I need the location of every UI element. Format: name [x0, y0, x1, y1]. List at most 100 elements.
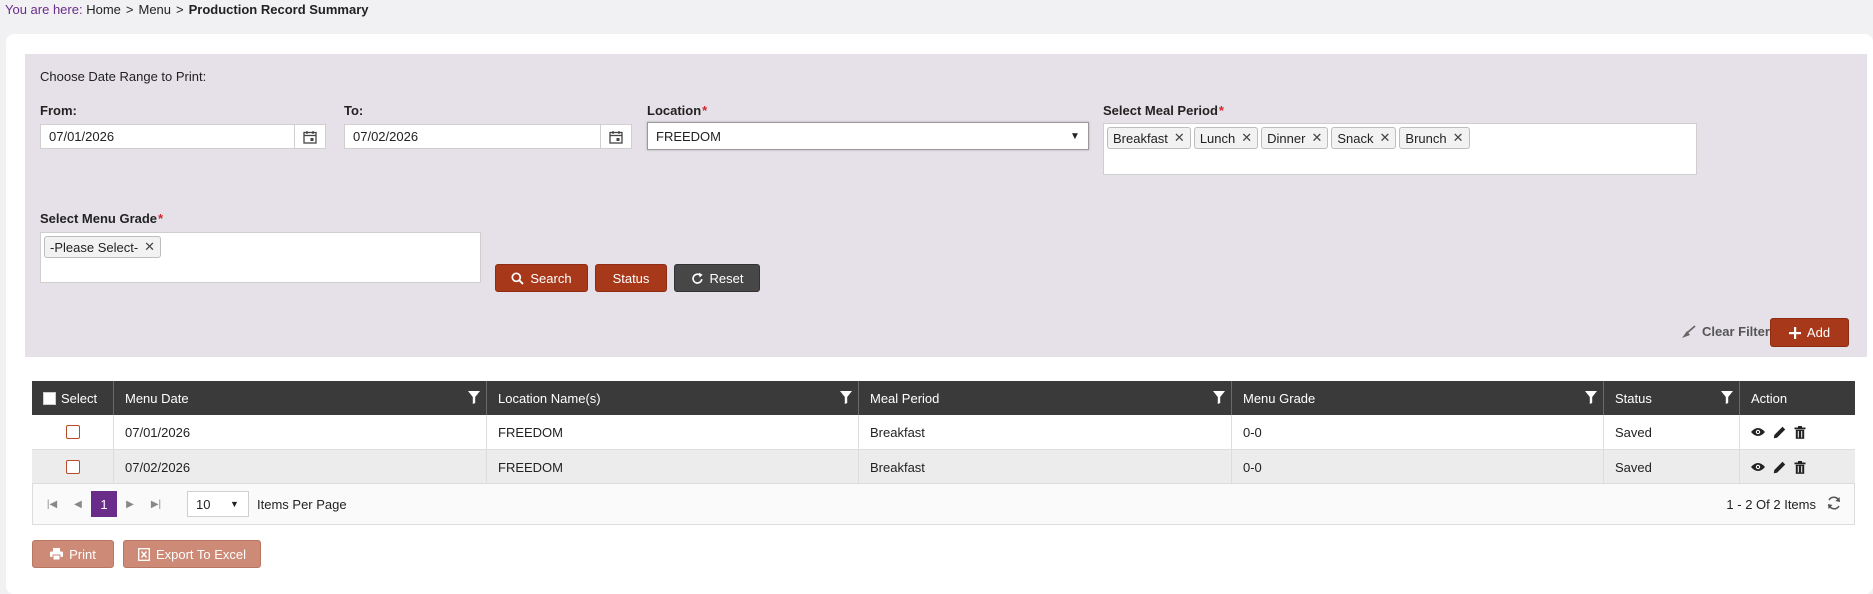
filter-panel	[25, 54, 1867, 357]
pager-info: 1 - 2 Of 2 Items	[1726, 497, 1816, 512]
menu-grade-multiselect[interactable]: -Please Select- ✕	[40, 232, 481, 283]
chip-label: -Please Select-	[50, 239, 139, 255]
calendar-icon[interactable]	[600, 125, 631, 148]
plus-icon	[1788, 326, 1801, 339]
cell-meal-period: Breakfast	[859, 415, 1232, 449]
status-button-label: Status	[612, 270, 650, 286]
column-header-location[interactable]: Location Name(s)	[487, 381, 859, 415]
filter-icon[interactable]	[840, 391, 852, 404]
chip-label: Dinner	[1267, 130, 1306, 146]
breadcrumb-current: Production Record Summary	[188, 2, 369, 17]
column-header-menu-date[interactable]: Menu Date	[114, 381, 487, 415]
breadcrumb: You are here: Home > Menu > Production Recor…	[5, 2, 369, 18]
close-icon[interactable]: ✕	[1380, 130, 1391, 146]
from-date-field[interactable]	[40, 124, 326, 149]
column-label: Meal Period	[870, 390, 940, 406]
delete-trash-icon[interactable]	[1794, 460, 1806, 474]
printer-icon	[50, 548, 64, 560]
chip-snack: Snack ✕	[1331, 127, 1397, 149]
filter-icon[interactable]	[1721, 391, 1733, 404]
menu-grade-label-text: Select Menu Grade	[40, 211, 158, 226]
previous-page-icon[interactable]: ◀	[65, 491, 91, 517]
required-marker: *	[1218, 103, 1224, 118]
add-button[interactable]: Add	[1770, 318, 1849, 347]
filter-icon[interactable]	[1213, 391, 1225, 404]
close-icon[interactable]: ✕	[1174, 130, 1185, 146]
cell-status: Saved	[1604, 450, 1740, 484]
breadcrumb-home-link[interactable]: Home	[86, 2, 121, 17]
required-marker: *	[702, 103, 708, 118]
column-label: Location Name(s)	[498, 390, 601, 406]
last-page-icon[interactable]: ▶|	[143, 491, 169, 517]
next-page-icon[interactable]: ▶	[117, 491, 143, 517]
column-header-menu-grade[interactable]: Menu Grade	[1232, 381, 1604, 415]
cell-actions	[1740, 415, 1855, 449]
first-page-icon[interactable]: |◀	[39, 491, 65, 517]
calendar-icon[interactable]	[294, 125, 325, 148]
column-label: Action	[1751, 390, 1788, 406]
edit-pencil-icon[interactable]	[1773, 426, 1786, 439]
view-eye-icon[interactable]	[1751, 462, 1765, 472]
breadcrumb-separator: >	[176, 2, 184, 17]
chip-dinner: Dinner ✕	[1261, 127, 1329, 149]
meal-period-multiselect[interactable]: Breakfast ✕ Lunch ✕ Dinner ✕ Snack ✕ Brunch ✕	[1103, 123, 1697, 175]
close-icon[interactable]: ✕	[1311, 130, 1322, 146]
meal-period-label-text: Select Meal Period	[1103, 103, 1218, 118]
from-date-input[interactable]	[41, 125, 307, 148]
location-dropdown[interactable]: FREEDOM ▼	[647, 122, 1089, 150]
export-button-label: Export To Excel	[155, 546, 247, 562]
row-checkbox[interactable]	[65, 460, 80, 474]
page-size-dropdown[interactable]: 10 ▼	[187, 491, 249, 517]
close-icon[interactable]: ✕	[1453, 130, 1464, 146]
close-icon[interactable]: ✕	[144, 239, 155, 255]
cell-status: Saved	[1604, 415, 1740, 449]
table-row: 07/01/2026 FREEDOM Breakfast 0-0 Saved	[32, 415, 1855, 450]
select-all-checkbox[interactable]	[43, 391, 56, 405]
export-excel-button[interactable]: Export To Excel	[123, 540, 261, 568]
table-row: 07/02/2026 FREEDOM Breakfast 0-0 Saved	[32, 450, 1855, 485]
status-button[interactable]: Status	[595, 264, 667, 292]
location-selected-value: FREEDOM	[656, 128, 721, 144]
page-size-value: 10	[196, 496, 211, 512]
view-eye-icon[interactable]	[1751, 427, 1765, 437]
column-label: Select	[61, 390, 98, 406]
search-button-label: Search	[530, 270, 572, 286]
cell-actions	[1740, 450, 1855, 484]
add-button-label: Add	[1806, 325, 1831, 340]
delete-trash-icon[interactable]	[1794, 425, 1806, 439]
to-date-field[interactable]	[344, 124, 632, 149]
breadcrumb-separator: >	[125, 2, 134, 17]
row-select-cell	[32, 415, 114, 449]
to-date-input[interactable]	[345, 125, 613, 148]
items-per-page-label: Items Per Page	[257, 496, 347, 512]
clear-filter-label: Clear Filter	[1702, 324, 1770, 339]
date-range-heading: Choose Date Range to Print:	[40, 69, 207, 84]
cell-menu-date: 07/01/2026	[114, 415, 487, 449]
cell-location: FREEDOM	[487, 450, 859, 484]
search-button[interactable]: Search	[495, 264, 588, 292]
column-header-meal-period[interactable]: Meal Period	[859, 381, 1232, 415]
chip-label: Snack	[1337, 130, 1374, 146]
clear-filter-link[interactable]: Clear Filter	[1680, 324, 1770, 339]
print-button[interactable]: Print	[32, 540, 114, 568]
caret-down-icon[interactable]: ▼	[230, 499, 248, 509]
column-header-status[interactable]: Status	[1604, 381, 1740, 415]
cell-menu-date: 07/02/2026	[114, 450, 487, 484]
refresh-icon[interactable]	[1826, 495, 1842, 511]
grid-header: Select Menu Date Location Name(s) Meal P…	[32, 381, 1855, 415]
current-page-button[interactable]: 1	[91, 491, 117, 517]
chip-please-select: -Please Select- ✕	[44, 236, 162, 258]
filter-icon[interactable]	[468, 391, 480, 404]
cell-menu-grade: 0-0	[1232, 415, 1604, 449]
row-checkbox[interactable]	[65, 425, 80, 439]
row-select-cell	[32, 450, 114, 484]
filter-icon[interactable]	[1585, 391, 1597, 404]
edit-pencil-icon[interactable]	[1773, 461, 1786, 474]
breadcrumb-menu-link[interactable]: Menu	[139, 2, 172, 17]
reset-button[interactable]: Reset	[674, 264, 760, 292]
production-record-grid: Select Menu Date Location Name(s) Meal P…	[32, 381, 1855, 485]
close-icon[interactable]: ✕	[1241, 130, 1252, 146]
chip-label: Breakfast	[1113, 130, 1168, 146]
excel-file-icon	[138, 547, 150, 561]
caret-down-icon[interactable]: ▼	[1062, 131, 1088, 142]
